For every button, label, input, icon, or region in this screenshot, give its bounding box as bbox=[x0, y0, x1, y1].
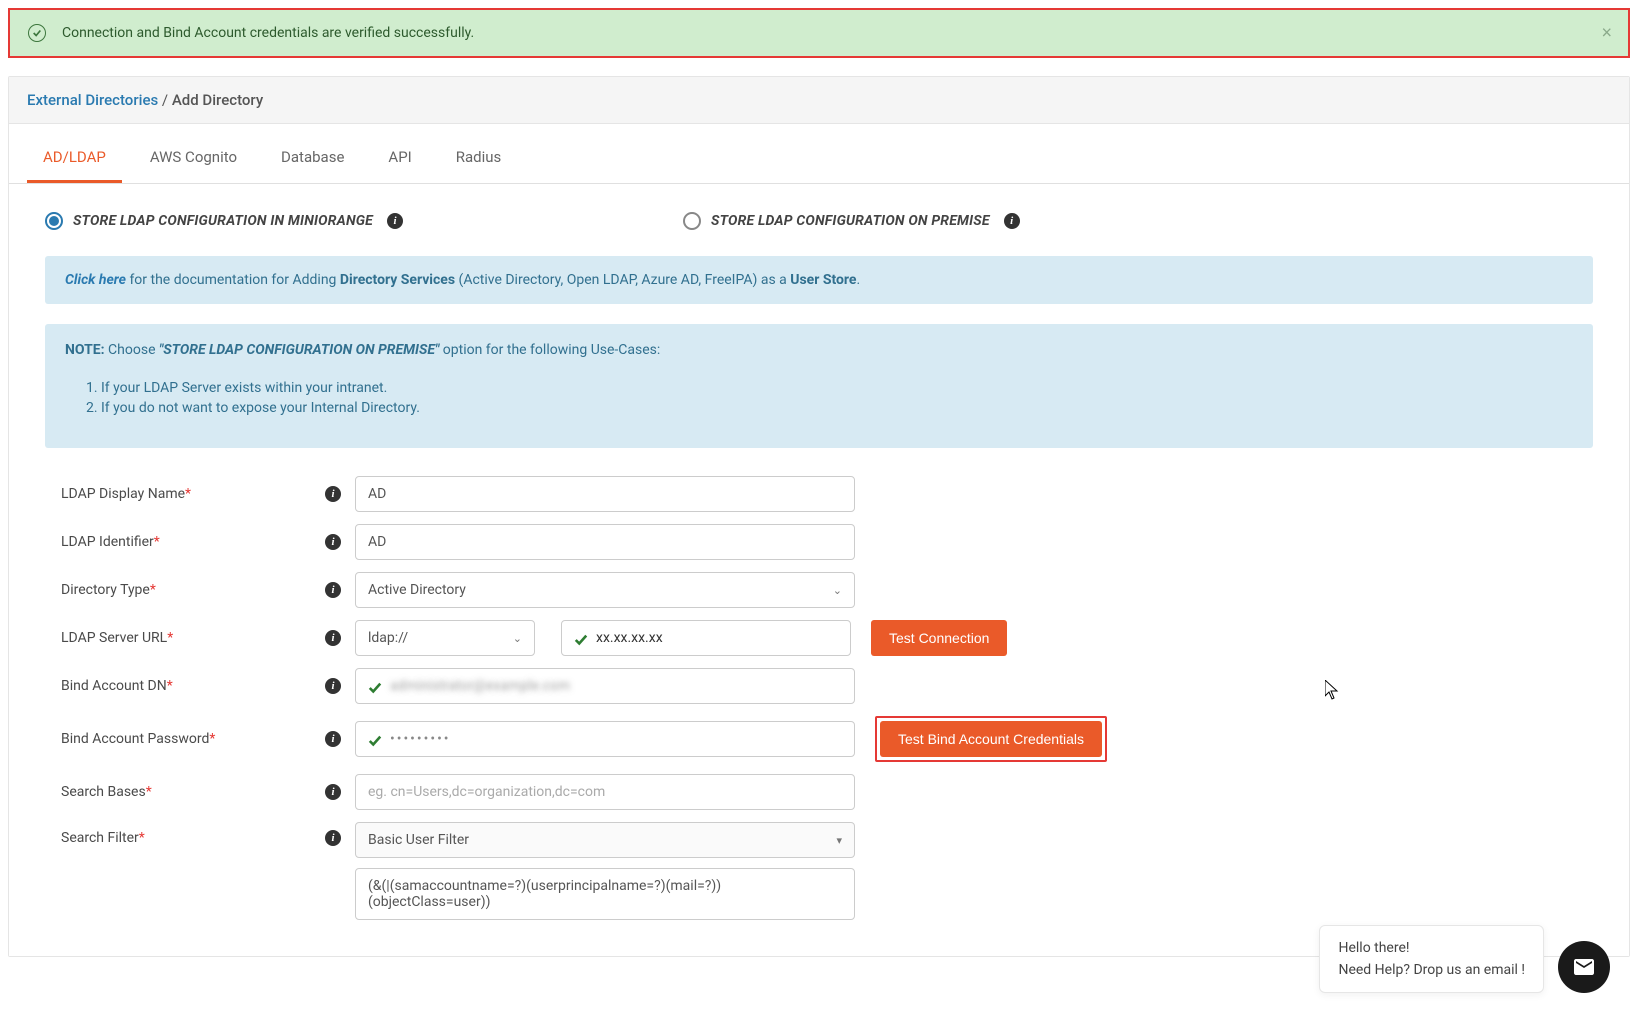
tab-aws-cognito[interactable]: AWS Cognito bbox=[134, 134, 253, 183]
radio-icon bbox=[45, 212, 63, 230]
chevron-down-icon: ⌄ bbox=[833, 584, 842, 597]
note-item: If your LDAP Server exists within your i… bbox=[101, 380, 1573, 396]
test-bind-credentials-button[interactable]: Test Bind Account Credentials bbox=[880, 721, 1102, 757]
label-directory-type: Directory Type bbox=[61, 582, 150, 598]
mail-icon bbox=[1572, 955, 1596, 979]
info-icon[interactable]: i bbox=[325, 784, 341, 800]
radio-store-on-premise[interactable]: STORE LDAP CONFIGURATION ON PREMISE i bbox=[683, 212, 1020, 230]
caret-down-icon: ▾ bbox=[836, 834, 842, 847]
bind-dn-input[interactable]: administrator@example.com bbox=[355, 668, 855, 704]
success-alert: Connection and Bind Account credentials … bbox=[8, 8, 1630, 58]
check-icon bbox=[574, 633, 588, 643]
protocol-select[interactable]: ldap:// ⌄ bbox=[355, 620, 535, 656]
label-identifier: LDAP Identifier bbox=[61, 534, 154, 550]
tab-bar: AD/LDAP AWS Cognito Database API Radius bbox=[9, 134, 1629, 184]
display-name-input[interactable]: AD bbox=[355, 476, 855, 512]
doc-info-box: Click here for the documentation for Add… bbox=[45, 256, 1593, 304]
info-icon[interactable]: i bbox=[325, 486, 341, 502]
note-item: If you do not want to expose your Intern… bbox=[101, 400, 1573, 416]
info-icon[interactable]: i bbox=[325, 630, 341, 646]
info-icon[interactable]: i bbox=[387, 213, 403, 229]
check-icon bbox=[368, 681, 382, 691]
info-icon[interactable]: i bbox=[325, 731, 341, 747]
breadcrumb: External Directories / Add Directory bbox=[9, 77, 1629, 124]
note-box: NOTE: Choose "STORE LDAP CONFIGURATION O… bbox=[45, 324, 1593, 448]
chat-line2: Need Help? Drop us an email ! bbox=[1338, 962, 1525, 978]
info-icon[interactable]: i bbox=[325, 582, 341, 598]
alert-close-button[interactable]: × bbox=[1601, 23, 1612, 44]
search-filter-expression[interactable]: (&(|(samaccountname=?)(userprincipalname… bbox=[355, 868, 855, 920]
radio-store-miniorange[interactable]: STORE LDAP CONFIGURATION IN MINIORANGE i bbox=[45, 212, 403, 230]
info-icon[interactable]: i bbox=[325, 830, 341, 846]
directory-panel: External Directories / Add Directory AD/… bbox=[8, 76, 1630, 957]
label-server-url: LDAP Server URL bbox=[61, 630, 167, 646]
server-host-input[interactable]: xx.xx.xx.xx bbox=[561, 620, 851, 656]
tab-api[interactable]: API bbox=[372, 134, 427, 183]
note-label: NOTE: bbox=[65, 342, 105, 358]
label-search-filter: Search Filter bbox=[61, 830, 139, 846]
tab-adldap[interactable]: AD/LDAP bbox=[27, 134, 122, 183]
info-icon[interactable]: i bbox=[325, 678, 341, 694]
breadcrumb-current: Add Directory bbox=[172, 91, 263, 109]
info-icon[interactable]: i bbox=[325, 534, 341, 550]
info-icon[interactable]: i bbox=[1004, 213, 1020, 229]
radio-icon bbox=[683, 212, 701, 230]
search-bases-input[interactable]: eg. cn=Users,dc=organization,dc=com bbox=[355, 774, 855, 810]
label-bind-pw: Bind Account Password bbox=[61, 731, 209, 747]
radio-label: STORE LDAP CONFIGURATION ON PREMISE bbox=[711, 213, 990, 229]
search-filter-select[interactable]: Basic User Filter ▾ bbox=[355, 822, 855, 858]
label-search-bases: Search Bases bbox=[61, 784, 146, 800]
chat-button[interactable] bbox=[1558, 941, 1610, 993]
identifier-input[interactable]: AD bbox=[355, 524, 855, 560]
chat-widget: Hello there! Need Help? Drop us an email… bbox=[1319, 925, 1610, 993]
highlight-box: Test Bind Account Credentials bbox=[875, 716, 1107, 762]
label-display-name: LDAP Display Name bbox=[61, 486, 185, 502]
bind-password-input[interactable]: ••••••••• bbox=[355, 721, 855, 757]
alert-message: Connection and Bind Account credentials … bbox=[62, 25, 474, 41]
doc-click-here-link[interactable]: Click here bbox=[65, 272, 126, 288]
tab-radius[interactable]: Radius bbox=[440, 134, 518, 183]
chat-bubble: Hello there! Need Help? Drop us an email… bbox=[1319, 925, 1544, 993]
breadcrumb-root-link[interactable]: External Directories bbox=[27, 91, 158, 109]
check-circle-icon bbox=[28, 24, 46, 42]
chat-line1: Hello there! bbox=[1338, 940, 1525, 956]
chevron-down-icon: ⌄ bbox=[513, 632, 522, 645]
check-icon bbox=[368, 734, 382, 744]
test-connection-button[interactable]: Test Connection bbox=[871, 620, 1007, 656]
directory-type-select[interactable]: Active Directory ⌄ bbox=[355, 572, 855, 608]
storage-radio-group: STORE LDAP CONFIGURATION IN MINIORANGE i… bbox=[45, 212, 1593, 230]
tab-database[interactable]: Database bbox=[265, 134, 360, 183]
label-bind-dn: Bind Account DN bbox=[61, 678, 167, 694]
radio-label: STORE LDAP CONFIGURATION IN MINIORANGE bbox=[73, 213, 373, 229]
